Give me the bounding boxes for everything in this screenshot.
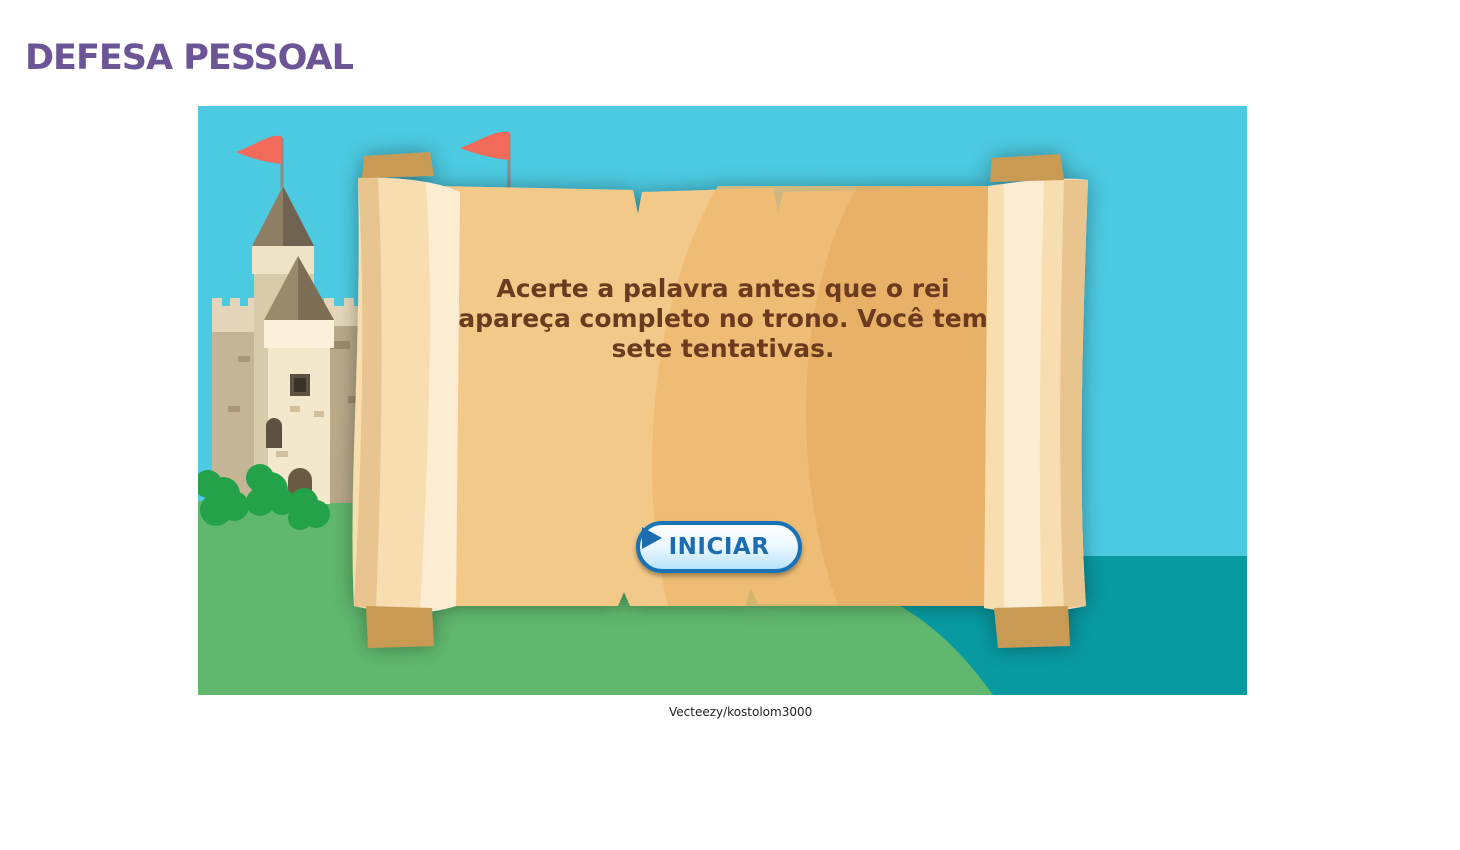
game-background — [198, 106, 1247, 695]
start-button-label: INICIAR — [668, 534, 770, 560]
image-credit: Vecteezy/kostolom3000 — [669, 705, 813, 719]
parchment-scroll — [352, 152, 1088, 648]
instructions-text: Acerte a palavra antes que o rei apareça… — [458, 274, 988, 363]
page-title: DEFESA PESSOAL — [25, 38, 354, 78]
game-frame: Acerte a palavra antes que o rei apareça… — [198, 106, 1247, 695]
start-button[interactable]: INICIAR — [636, 521, 802, 573]
play-arrow-icon — [642, 527, 662, 549]
